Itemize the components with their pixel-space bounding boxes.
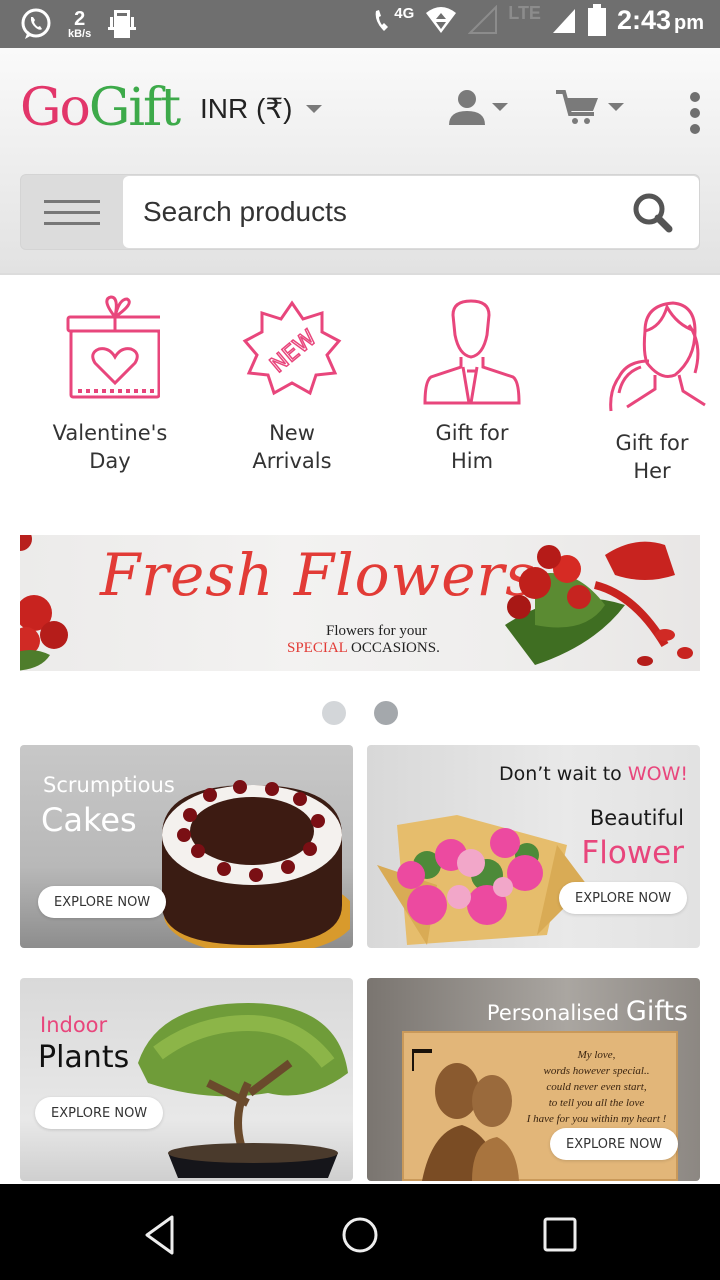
gogift-home-screen: 2 kB/s 4G LTE 2:43 pm GoGift INR (₹) Sea… [0,0,720,1280]
network-speed-value: 2 [74,7,86,30]
user-icon [449,90,485,125]
bonsai-image [138,1003,348,1178]
search-input[interactable] [123,176,699,248]
category-row: Valentine's Day NEW New Arrivals Gift fo… [0,295,720,495]
category-gift-for-him[interactable]: Gift for Him [382,295,562,475]
battery-icon [587,4,606,36]
category-valentines-day[interactable]: Valentine's Day [20,295,200,475]
account-menu-button[interactable] [448,88,508,126]
tile-line1: Scrumptious [43,773,175,797]
volte-call-indicator: 4G [372,5,414,35]
system-navigation-bar [0,1184,720,1280]
banner-subtitle-rest: OCCASIONS. [347,640,440,656]
carousel-dot-1[interactable] [322,701,346,725]
plaque-message: My love, words however special.. could n… [519,1047,674,1127]
tile-line2: Plants [38,1040,130,1075]
signal-icon [552,9,575,33]
explore-now-button[interactable]: EXPLORE NOW [38,886,167,918]
tile-tagline-wow: WOW! [627,763,688,785]
tile-flower[interactable]: Don’t wait to WOW! Beautiful Flower EXPL… [367,745,700,948]
cart-icon [556,90,598,124]
whatsapp-icon [21,8,51,39]
plaque-line: words however special.. [543,1065,650,1077]
banner-title: Fresh Flowers [100,541,537,609]
logo-gift: Gift [88,78,181,138]
flower-bouquet-image [377,815,587,945]
roses-left-image [20,535,68,671]
tile-title-b: Gifts [625,996,688,1027]
banner-subtitle-highlight: SPECIAL [287,640,348,656]
menu-line [44,199,100,203]
gogift-logo[interactable]: GoGift [20,76,181,140]
menu-line [44,210,100,214]
carousel-dot-2[interactable] [374,701,398,725]
network-speed: 2 kB/s [68,9,91,40]
explore-now-button[interactable]: EXPLORE NOW [559,882,688,914]
hamburger-menu-button[interactable] [21,175,123,249]
tile-tagline: Don’t wait to WOW! [499,763,688,785]
wifi-icon [426,7,457,33]
roses-bouquet-image [505,541,693,666]
category-label: Gift for Her [615,431,689,483]
tile-line1: Indoor [40,1013,108,1037]
category-label: New Arrivals [252,421,332,473]
back-icon[interactable] [135,1208,185,1258]
app-header: GoGift INR (₹) [0,48,720,275]
chevron-down-icon [492,103,508,111]
gift-heart-icon [66,295,160,399]
explore-now-button[interactable]: EXPLORE NOW [550,1128,679,1160]
category-label: Valentine's Day [52,421,168,473]
more-vert-icon[interactable] [690,92,700,134]
menu-line [44,221,100,225]
clock: 2:43 pm [617,5,704,36]
plaque-line: My love, [577,1049,616,1061]
signal-empty-icon [468,5,498,34]
lte-label: LTE [508,2,541,23]
black-forest-cake-image [162,780,350,948]
screen-mirror-icon [108,10,137,38]
woman-icon [609,301,706,412]
category-label: Gift for Him [435,421,509,473]
status-bar: 2 kB/s 4G LTE 2:43 pm [0,0,720,48]
explore-now-button[interactable]: EXPLORE NOW [35,1097,164,1129]
tile-line2: Beautiful [589,806,684,830]
carousel-indicator [0,701,720,725]
chevron-down-icon [608,103,624,111]
currency-value: INR (₹) [200,93,293,124]
currency-selector[interactable]: INR (₹) [200,92,323,125]
tile-tagline-a: Don’t wait to [498,763,628,785]
svg-text:NEW: NEW [266,325,322,378]
couple-portrait [412,1049,519,1181]
man-icon [423,299,521,405]
new-badge-icon: NEW [242,300,342,396]
chevron-down-icon [306,104,323,113]
promo-banner-carousel[interactable]: Fresh Flowers Flowers for your SPECIAL O… [20,535,700,671]
plaque-line: I have for you within my heart ! [526,1113,667,1125]
recents-icon[interactable] [535,1208,585,1258]
clock-ampm: pm [674,11,704,34]
search-bar [20,174,700,250]
home-icon[interactable] [335,1208,385,1258]
search-icon[interactable] [631,191,675,235]
clock-time: 2:43 [616,4,671,35]
network-speed-unit: kB/s [68,27,92,40]
category-new-arrivals[interactable]: NEW New Arrivals [202,295,382,475]
call-network-label: 4G [394,5,415,22]
tile-personalised-gifts[interactable]: My love, words however special.. could n… [367,978,700,1181]
banner-subtitle-line1: Flowers for your [326,623,427,639]
plaque-line: to tell you all the love [548,1097,645,1109]
logo-go: Go [20,78,91,138]
volte-call-icon [375,10,389,31]
tile-cakes[interactable]: Scrumptious Cakes EXPLORE NOW [20,745,353,948]
tile-plants[interactable]: Indoor Plants EXPLORE NOW [20,978,353,1181]
cart-menu-button[interactable] [554,88,624,126]
tile-title: Personalised Gifts [487,996,688,1027]
category-gift-for-her[interactable]: Gift for Her [562,295,720,485]
plaque-line: could never even start, [546,1081,647,1093]
tile-title-a: Personalised [486,1001,626,1025]
banner-subtitle-line2: SPECIAL OCCASIONS. [287,640,440,657]
tile-line2: Cakes [41,801,137,839]
tile-line3: Flower [581,835,684,871]
